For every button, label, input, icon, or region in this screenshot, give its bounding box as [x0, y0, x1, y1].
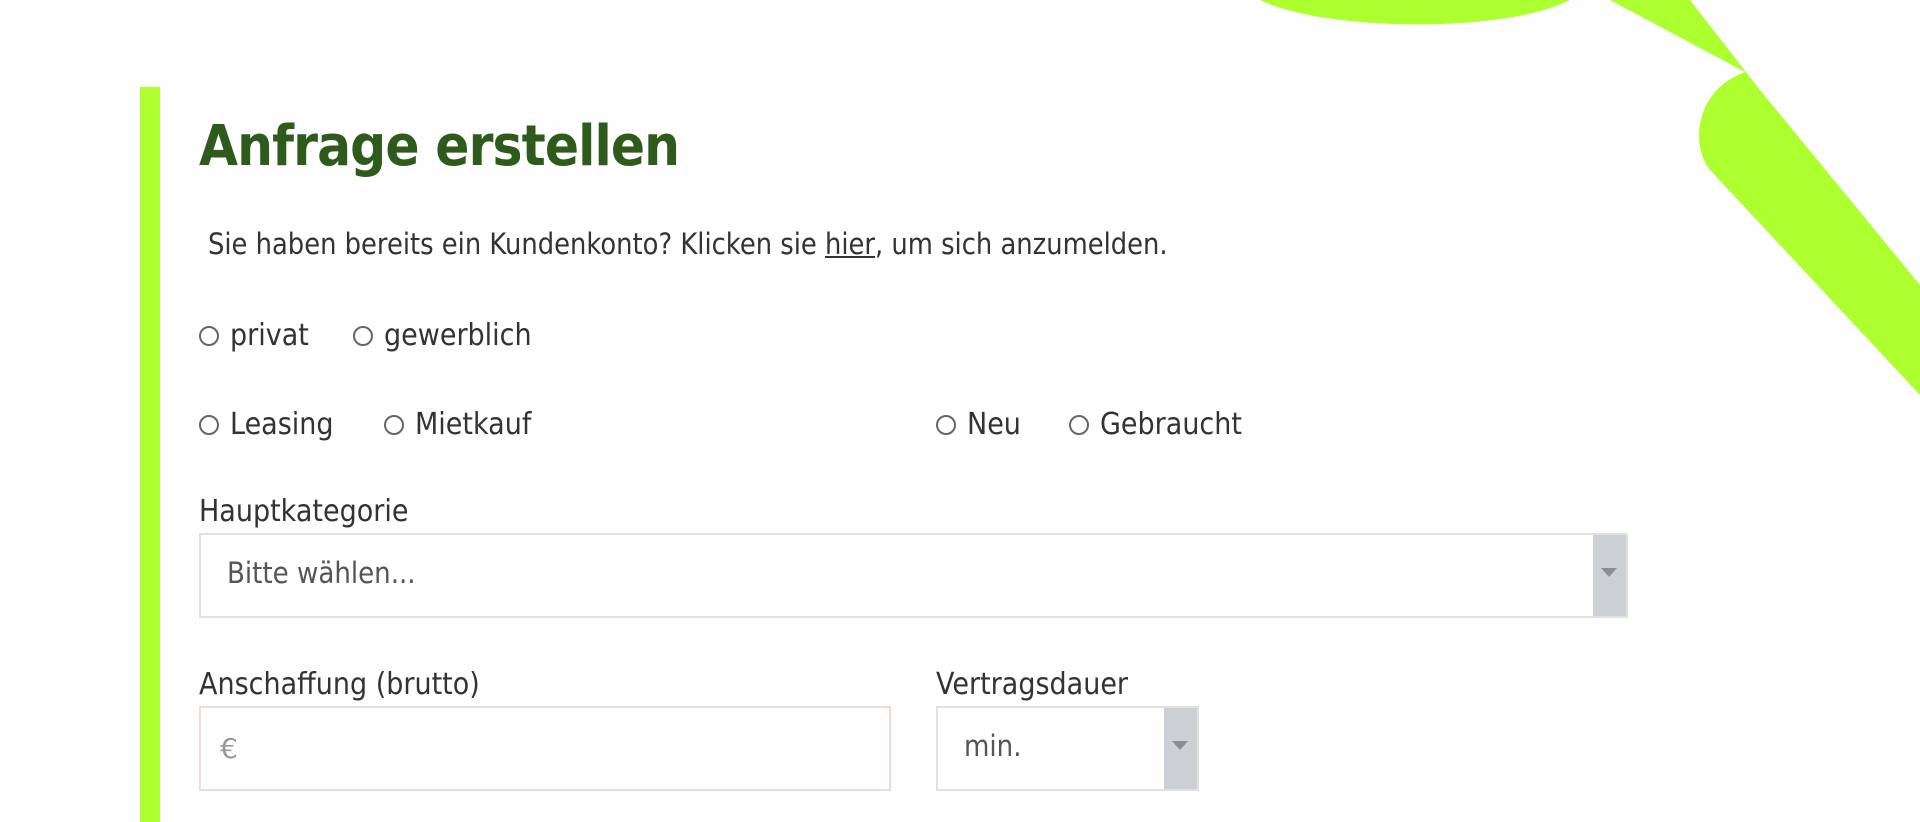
radio-button-icon[interactable] [384, 415, 404, 435]
radio-button-icon[interactable] [199, 326, 219, 346]
accent-bar [140, 87, 160, 822]
contract-duration-label: Vertragsdauer [936, 667, 1129, 702]
radio-gewerblich[interactable]: gewerblich [353, 316, 548, 356]
radio-label: privat [230, 318, 309, 353]
main-category-select[interactable]: Bitte wählen... [199, 533, 1628, 618]
radio-leasing[interactable]: Leasing [199, 405, 345, 445]
radio-button-icon[interactable] [1069, 415, 1089, 435]
contract-duration-select[interactable]: min. [936, 706, 1199, 791]
page-title: Anfrage erstellen [199, 114, 680, 179]
radio-mietkauf[interactable]: Mietkauf [384, 405, 544, 445]
radio-neu[interactable]: Neu [936, 405, 1027, 445]
radio-label: Leasing [230, 407, 334, 442]
radio-button-icon[interactable] [199, 415, 219, 435]
contract-duration-selected-value: min. [964, 729, 1022, 763]
request-form: Anfrage erstellen Sie haben bereits ein … [199, 0, 1629, 822]
dropdown-arrow-icon[interactable] [1164, 708, 1197, 789]
radio-label: gewerblich [384, 318, 532, 353]
login-prompt-text-before: Sie haben bereits ein Kundenkonto? Klick… [208, 227, 825, 261]
login-link[interactable]: hier [825, 227, 875, 261]
radio-label: Mietkauf [415, 407, 532, 442]
radio-privat[interactable]: privat [199, 316, 318, 356]
radio-gebraucht[interactable]: Gebraucht [1069, 405, 1258, 445]
decorative-green-diagonal [1610, 0, 1920, 395]
purchase-price-label: Anschaffung (brutto) [199, 667, 480, 702]
radio-button-icon[interactable] [353, 326, 373, 346]
radio-label: Neu [967, 407, 1021, 442]
radio-button-icon[interactable] [936, 415, 956, 435]
main-category-selected-value: Bitte wählen... [227, 556, 416, 590]
purchase-price-input[interactable] [199, 706, 891, 791]
login-prompt-text-after: , um sich anzumelden. [874, 227, 1168, 261]
dropdown-arrow-icon[interactable] [1593, 535, 1626, 616]
login-prompt: Sie haben bereits ein Kundenkonto? Klick… [208, 224, 1168, 264]
radio-label: Gebraucht [1100, 407, 1242, 442]
main-category-label: Hauptkategorie [199, 494, 409, 529]
